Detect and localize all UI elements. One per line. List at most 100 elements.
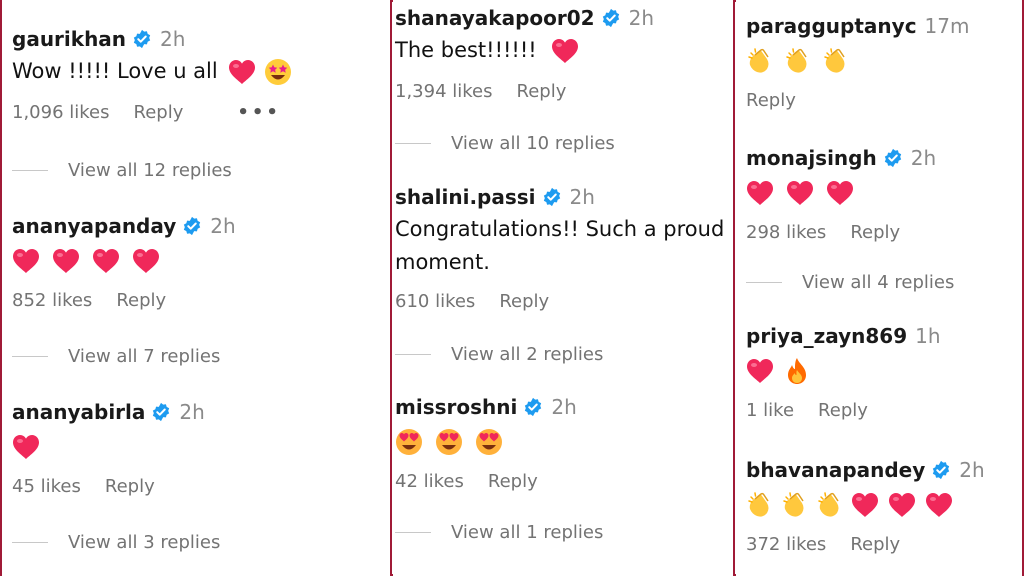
- verified-badge-icon: [931, 460, 951, 480]
- username[interactable]: ananyabirla: [12, 400, 145, 424]
- view-replies-label: View all 12 replies: [68, 160, 232, 181]
- reply-button[interactable]: Reply: [850, 222, 900, 243]
- emoji-row: [746, 490, 1022, 520]
- heart-eyes-icon: [475, 428, 503, 456]
- likes-count[interactable]: 1 like: [746, 400, 794, 421]
- view-replies-link[interactable]: View all 2 replies: [395, 344, 603, 365]
- verified-badge-icon: [542, 187, 562, 207]
- emoji-row: [12, 432, 390, 462]
- likes-count[interactable]: 1,394 likes: [395, 81, 493, 102]
- comments-panel-1: gaurikhan 2h Wow !!!!! Love u all 1,096 …: [2, 0, 390, 576]
- verified-badge-icon: [132, 29, 152, 49]
- view-replies-link[interactable]: View all 4 replies: [746, 272, 954, 293]
- likes-count[interactable]: 45 likes: [12, 476, 81, 497]
- comment: shalini.passi 2h Congratulations!! Such …: [395, 185, 733, 312]
- comment: gaurikhan 2h Wow !!!!! Love u all 1,096 …: [12, 27, 390, 123]
- comment-time: 2h: [910, 146, 937, 170]
- username[interactable]: monajsingh: [746, 146, 877, 170]
- fire-icon: [786, 357, 808, 385]
- red-heart-icon: [92, 248, 120, 274]
- likes-count[interactable]: 298 likes: [746, 222, 826, 243]
- view-replies-link[interactable]: View all 1 replies: [395, 522, 603, 543]
- comment-body: The best!!!!!!: [395, 38, 537, 62]
- divider: [12, 356, 48, 357]
- comment-body: Wow !!!!! Love u all: [12, 59, 218, 83]
- view-replies-link[interactable]: View all 7 replies: [12, 346, 220, 367]
- likes-count[interactable]: 372 likes: [746, 534, 826, 555]
- view-replies-label: View all 1 replies: [451, 522, 604, 543]
- divider: [12, 542, 48, 543]
- likes-count[interactable]: 42 likes: [395, 471, 464, 492]
- reply-button[interactable]: Reply: [134, 102, 184, 123]
- reply-button[interactable]: Reply: [746, 90, 796, 111]
- username[interactable]: shanayakapoor02: [395, 6, 595, 30]
- view-replies-label: View all 4 replies: [802, 272, 955, 293]
- emoji-row: [746, 178, 1022, 208]
- divider: [395, 143, 431, 144]
- verified-badge-icon: [182, 216, 202, 236]
- reply-button[interactable]: Reply: [818, 400, 868, 421]
- comment: priya_zayn869 1h 1 like Reply: [746, 324, 1022, 421]
- red-heart-icon: [551, 38, 579, 64]
- reply-button[interactable]: Reply: [850, 534, 900, 555]
- comment-text: The best!!!!!!: [395, 34, 733, 67]
- username[interactable]: missroshni: [395, 395, 517, 419]
- star-struck-icon: [264, 58, 292, 86]
- comment: missroshni 2h 42 likes Reply: [395, 395, 733, 492]
- clapping-hands-icon: [746, 491, 772, 519]
- heart-eyes-icon: [435, 428, 463, 456]
- username[interactable]: shalini.passi: [395, 185, 536, 209]
- clapping-hands-icon: [822, 47, 848, 75]
- red-heart-icon: [132, 248, 160, 274]
- username[interactable]: priya_zayn869: [746, 324, 907, 348]
- view-replies-link[interactable]: View all 10 replies: [395, 133, 615, 154]
- verified-badge-icon: [151, 402, 171, 422]
- red-heart-icon: [12, 434, 40, 460]
- username[interactable]: paragguptanyc: [746, 14, 917, 38]
- comment: monajsingh 2h 298 likes Reply: [746, 146, 1022, 243]
- comments-panel-3: paragguptanyc 17m Reply monajsingh 2h 29…: [736, 0, 1022, 576]
- clapping-hands-icon: [784, 47, 810, 75]
- emoji-row: [12, 246, 390, 276]
- red-heart-icon: [851, 492, 879, 518]
- reply-button[interactable]: Reply: [488, 471, 538, 492]
- reply-button[interactable]: Reply: [517, 81, 567, 102]
- red-heart-icon: [12, 248, 40, 274]
- reply-button[interactable]: Reply: [105, 476, 155, 497]
- comment-time: 1h: [915, 324, 941, 348]
- view-replies-link[interactable]: View all 12 replies: [12, 160, 232, 181]
- emoji-row: [746, 356, 1022, 386]
- username[interactable]: gaurikhan: [12, 27, 126, 51]
- verified-badge-icon: [601, 8, 621, 28]
- verified-badge-icon: [523, 397, 543, 417]
- red-heart-icon: [826, 180, 854, 206]
- likes-count[interactable]: 1,096 likes: [12, 102, 110, 123]
- divider: [746, 282, 782, 283]
- red-heart-icon: [746, 180, 774, 206]
- reply-button[interactable]: Reply: [116, 290, 166, 311]
- view-replies-link[interactable]: View all 3 replies: [12, 532, 220, 553]
- likes-count[interactable]: 852 likes: [12, 290, 92, 311]
- comment-time: 2h: [160, 27, 186, 51]
- red-heart-icon: [925, 492, 953, 518]
- comment: paragguptanyc 17m Reply: [746, 14, 1022, 111]
- emoji-row: [395, 427, 733, 457]
- comment: ananyabirla 2h 45 likes Reply: [12, 400, 390, 497]
- red-heart-icon: [228, 59, 256, 85]
- comment: ananyapanday 2h 852 likes Reply: [12, 214, 390, 311]
- divider: [12, 170, 48, 171]
- reply-button[interactable]: Reply: [499, 291, 549, 312]
- username[interactable]: bhavanapandey: [746, 458, 925, 482]
- comment-time: 2h: [551, 395, 577, 419]
- likes-count[interactable]: 610 likes: [395, 291, 475, 312]
- clapping-hands-icon: [746, 47, 772, 75]
- panel-divider: [390, 0, 392, 576]
- more-options-icon[interactable]: •••: [237, 102, 281, 123]
- view-replies-label: View all 7 replies: [68, 346, 221, 367]
- clapping-hands-icon: [816, 491, 842, 519]
- clapping-hands-icon: [781, 491, 807, 519]
- verified-badge-icon: [883, 148, 903, 168]
- comments-panel-2: shanayakapoor02 2h The best!!!!!! 1,394 …: [393, 0, 733, 576]
- username[interactable]: ananyapanday: [12, 214, 176, 238]
- view-replies-label: View all 2 replies: [451, 344, 604, 365]
